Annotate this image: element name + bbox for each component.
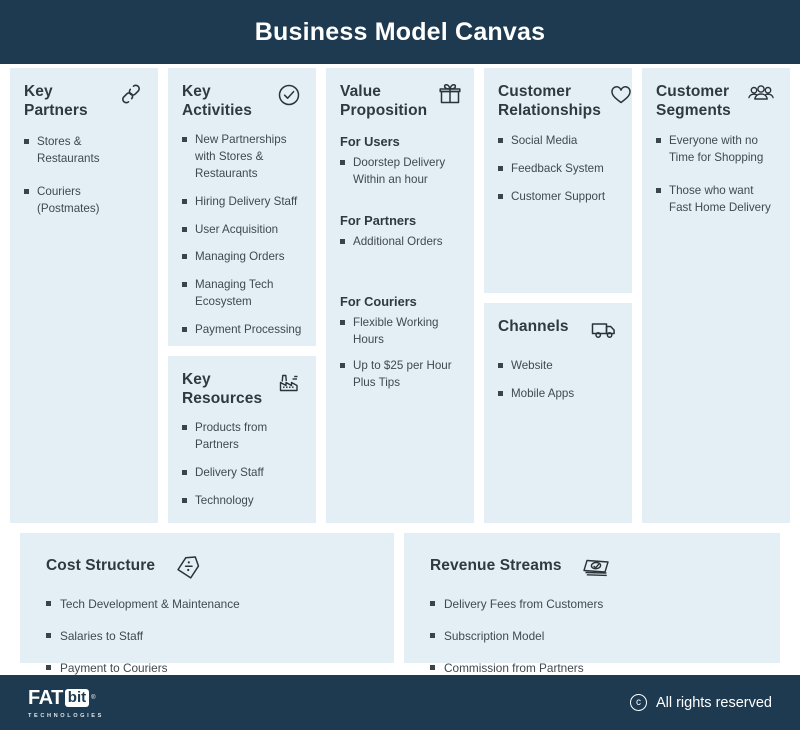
list-item: Social Media — [498, 133, 618, 150]
list-item: Payment Processing — [182, 322, 302, 339]
page-footer: FAT bit ® TECHNOLOGIES c All rights rese… — [0, 675, 800, 730]
factory-icon — [272, 370, 302, 398]
list-item: Feedback System — [498, 161, 618, 178]
list-item: Those who want Fast Home Delivery — [656, 183, 776, 217]
card-channels[interactable]: Channels Website Mobile Apps — [484, 303, 632, 523]
business-model-canvas: Business Model Canvas Key Partners Store… — [0, 0, 800, 730]
card-header: Revenue Streams — [430, 551, 758, 581]
customer-relationships-list: Social Media Feedback System Customer Su… — [498, 133, 618, 205]
list-item: Additional Orders — [340, 234, 460, 251]
list-item: Doorstep Delivery Within an hour — [340, 155, 460, 189]
card-cost-structure[interactable]: Cost Structure Tech Development & Mainte… — [20, 533, 394, 675]
logo-subtitle: TECHNOLOGIES — [28, 712, 104, 719]
list-item: Couriers (Postmates) — [24, 184, 144, 218]
revenue-streams-list: Delivery Fees from Customers Subscriptio… — [430, 596, 758, 677]
logo-badge-text: bit — [64, 689, 90, 707]
list-item: Technology — [182, 493, 302, 510]
customer-segments-list: Everyone with no Time for Shopping Those… — [656, 133, 776, 216]
card-revenue-streams[interactable]: Revenue Streams Delivery Fees from Custo… — [404, 533, 780, 675]
card-title-value-proposition: Value Proposition — [340, 83, 428, 120]
check-circle-icon — [272, 82, 302, 110]
people-group-icon — [746, 82, 776, 110]
list-item: Mobile Apps — [498, 386, 618, 403]
value-proposition-partners-list: Additional Orders — [340, 234, 460, 251]
list-item: Products from Partners — [182, 420, 302, 454]
logo-main-text: FAT — [28, 686, 63, 709]
truck-icon — [588, 317, 618, 345]
card-key-activities[interactable]: Key Activities New Partnerships with Sto… — [168, 68, 316, 346]
link-icon — [114, 82, 144, 110]
money-icon — [580, 551, 614, 581]
list-item: Website — [498, 358, 618, 375]
card-key-partners[interactable]: Key Partners Stores & Restaurants Courie… — [10, 68, 158, 523]
key-activities-list: New Partnerships with Stores & Restauran… — [182, 132, 302, 338]
list-item: Managing Orders — [182, 249, 302, 266]
list-item: Subscription Model — [430, 628, 758, 645]
card-header: Value Proposition — [340, 82, 463, 120]
card-header: Key Partners — [24, 82, 144, 120]
card-title-key-resources: Key Resources — [182, 371, 263, 408]
heart-icon — [604, 82, 634, 110]
card-header: Cost Structure — [46, 551, 372, 581]
list-item: Delivery Staff — [182, 465, 302, 482]
copyright-icon: c — [629, 694, 647, 711]
list-item: Flexible Working Hours — [340, 315, 460, 349]
card-title-customer-relationships: Customer Relationships — [498, 83, 601, 120]
list-item: Stores & Restaurants — [24, 134, 144, 168]
card-customer-segments[interactable]: Customer Segments Everyone with no Time … — [642, 68, 790, 523]
page-header: Business Model Canvas — [0, 0, 800, 64]
registered-trademark-icon: ® — [91, 695, 96, 701]
list-item: Customer Support — [498, 189, 618, 206]
card-title-key-activities: Key Activities — [182, 83, 252, 120]
channels-list: Website Mobile Apps — [498, 358, 618, 403]
fatbit-logo[interactable]: FAT bit ® TECHNOLOGIES — [28, 687, 104, 719]
subsection-label-for-couriers: For Couriers — [340, 293, 417, 309]
list-item: Salaries to Staff — [46, 628, 372, 645]
price-tag-icon — [173, 551, 207, 581]
list-item: Delivery Fees from Customers — [430, 596, 758, 613]
card-title-key-partners: Key Partners — [24, 83, 88, 120]
list-item: User Acquisition — [182, 222, 302, 239]
card-header: Customer Relationships — [498, 82, 631, 120]
card-header: Customer Segments — [656, 82, 776, 120]
value-proposition-couriers-list: Flexible Working Hours Up to $25 per Hou… — [340, 315, 460, 392]
key-resources-list: Products from Partners Delivery Staff Te… — [182, 420, 302, 509]
card-title-channels: Channels — [498, 318, 569, 335]
card-header: Key Activities — [182, 82, 302, 120]
list-item: Managing Tech Ecosystem — [182, 277, 302, 311]
card-header: Channels — [498, 317, 618, 345]
subsection-label-for-partners: For Partners — [340, 213, 417, 229]
list-item: Everyone with no Time for Shopping — [656, 133, 776, 167]
card-header: Key Resources — [182, 370, 302, 408]
card-value-proposition[interactable]: Value Proposition For Users Doorstep Del… — [326, 68, 474, 523]
card-title-customer-segments: Customer Segments — [656, 83, 731, 120]
list-item: Hiring Delivery Staff — [182, 194, 302, 211]
card-customer-relationships[interactable]: Customer Relationships Social Media Feed… — [484, 68, 632, 293]
list-item: Tech Development & Maintenance — [46, 596, 372, 613]
card-title-cost-structure: Cost Structure — [46, 557, 156, 575]
page-title: Business Model Canvas — [254, 17, 546, 46]
value-proposition-users-list: Doorstep Delivery Within an hour — [340, 155, 460, 189]
card-key-resources[interactable]: Key Resources Products from Partners Del… — [168, 356, 316, 523]
gift-icon — [433, 82, 463, 110]
card-title-revenue-streams: Revenue Streams — [430, 557, 562, 575]
subsection-label-for-users: For Users — [340, 134, 400, 150]
copyright-notice: c All rights reserved — [629, 694, 772, 711]
list-item: New Partnerships with Stores & Restauran… — [182, 132, 302, 182]
key-partners-list: Stores & Restaurants Couriers (Postmates… — [24, 134, 144, 217]
list-item: Up to $25 per Hour Plus Tips — [340, 358, 460, 392]
logo-wordmark: FAT bit ® — [28, 687, 104, 710]
rights-text: All rights reserved — [655, 694, 772, 711]
cost-structure-list: Tech Development & Maintenance Salaries … — [46, 596, 372, 677]
